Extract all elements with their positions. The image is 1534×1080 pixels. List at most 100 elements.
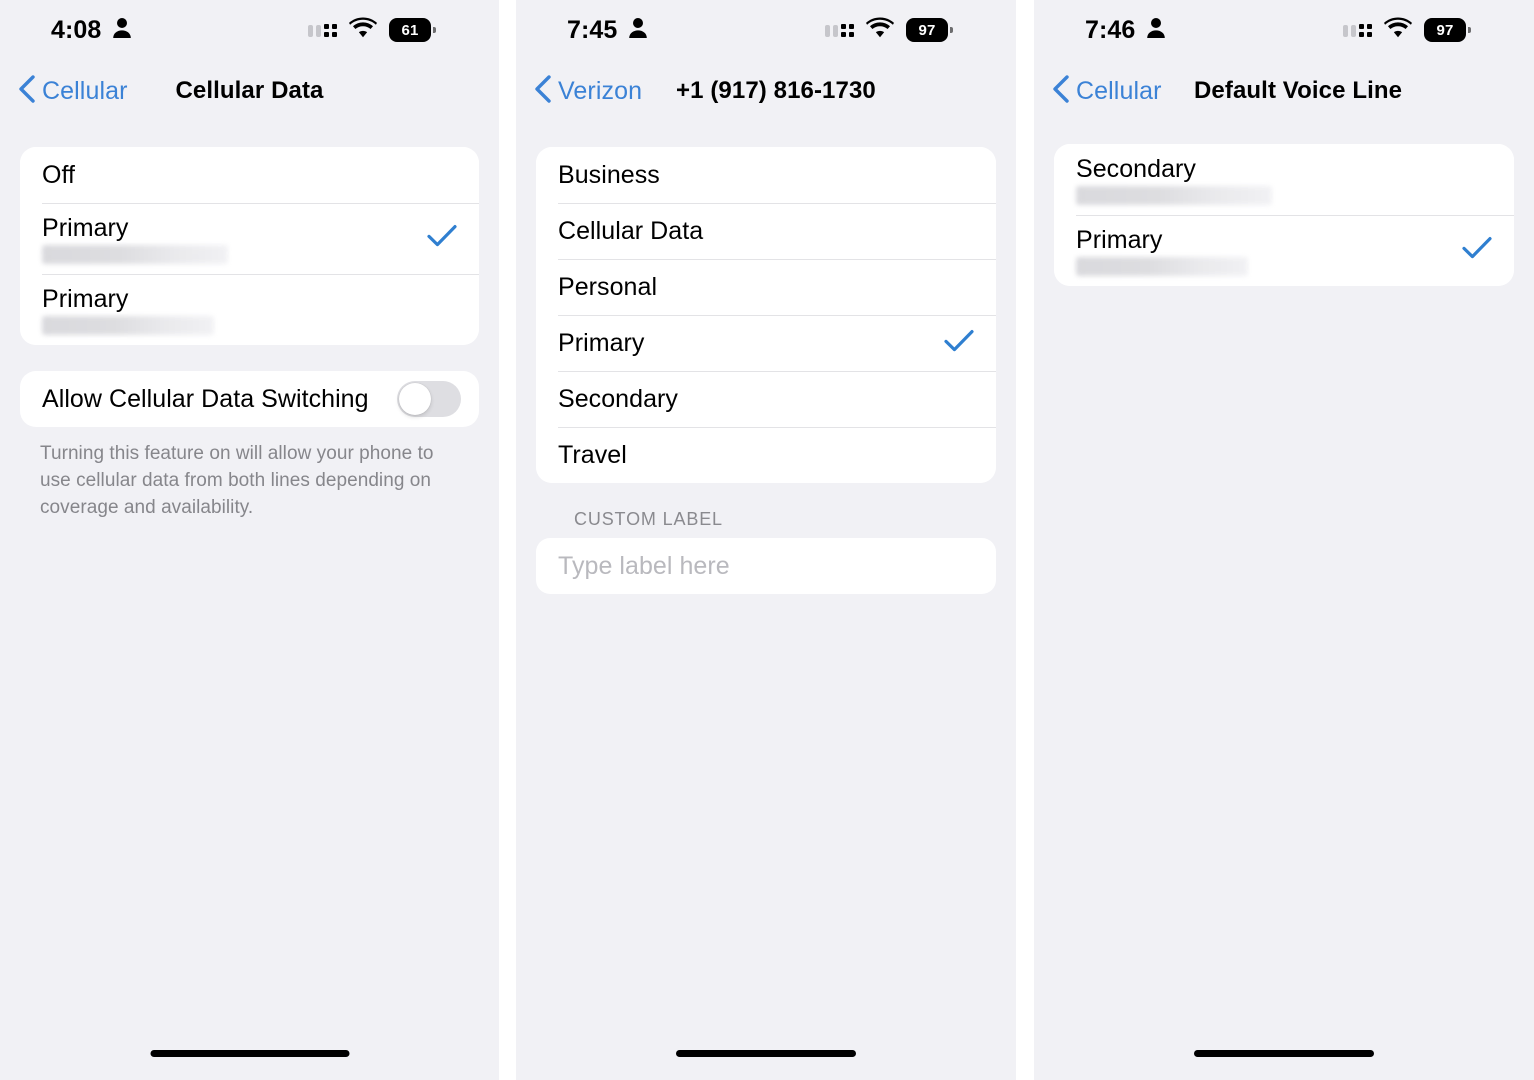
list-item[interactable]: Primary bbox=[20, 203, 479, 274]
list-item-label: Business bbox=[558, 161, 660, 189]
row-content: Primary bbox=[558, 320, 930, 366]
cellular-signal-icon bbox=[1343, 23, 1372, 37]
home-indicator bbox=[150, 1050, 349, 1057]
row-content: Cellular Data bbox=[558, 208, 974, 254]
row-content: Secondary bbox=[1076, 146, 1492, 214]
row-content: Primary bbox=[42, 205, 413, 273]
row-content: Primary bbox=[42, 276, 457, 344]
screenshot-collage: 4:08 61 Cellular Cellular Data Off Prima… bbox=[0, 0, 1534, 1080]
toggle-label: Allow Cellular Data Switching bbox=[42, 384, 369, 413]
cellular-signal-icon bbox=[825, 23, 854, 37]
row-content: Business bbox=[558, 152, 974, 198]
row-content: Travel bbox=[558, 432, 974, 478]
list-item-label: Primary bbox=[42, 284, 129, 313]
list-item[interactable]: Secondary bbox=[536, 371, 996, 427]
voice-line-list: Secondary Primary bbox=[1054, 144, 1514, 286]
list-item-label: Cellular Data bbox=[558, 217, 704, 245]
status-bar-right: 97 bbox=[825, 17, 982, 43]
wifi-icon bbox=[1384, 17, 1412, 43]
person-icon bbox=[628, 17, 648, 44]
checkmark-icon bbox=[1462, 236, 1492, 265]
status-bar-right: 97 bbox=[1343, 17, 1500, 43]
back-button-label: Cellular bbox=[1076, 76, 1162, 105]
row-content: Personal bbox=[558, 264, 974, 310]
back-button[interactable]: Cellular bbox=[18, 74, 128, 108]
status-bar-left: 7:45 bbox=[516, 16, 648, 45]
wifi-icon bbox=[349, 17, 377, 43]
custom-label-placeholder: Type label here bbox=[558, 551, 730, 580]
home-indicator bbox=[676, 1050, 856, 1057]
list-item-label: Personal bbox=[558, 273, 658, 301]
list-item[interactable]: Primary bbox=[20, 274, 479, 345]
allow-cellular-data-switching-row[interactable]: Allow Cellular Data Switching bbox=[20, 371, 479, 427]
navigation-bar: Cellular Default Voice Line bbox=[1034, 60, 1534, 122]
list-item[interactable]: Business bbox=[536, 147, 996, 203]
label-options-list: Business Cellular Data Personal Primary bbox=[536, 147, 996, 483]
custom-label-section-header: CUSTOM LABEL bbox=[574, 509, 723, 529]
battery-indicator: 97 bbox=[1424, 18, 1471, 42]
checkmark-icon bbox=[427, 224, 457, 253]
cellular-data-line-list: Off Primary Primary bbox=[20, 147, 479, 345]
list-item[interactable]: Travel bbox=[536, 427, 996, 483]
status-time: 7:45 bbox=[567, 15, 618, 44]
list-item-label: Primary bbox=[1076, 225, 1163, 254]
chevron-left-icon bbox=[534, 74, 551, 108]
page-title: +1 (917) 816-1730 bbox=[676, 77, 876, 104]
navigation-bar: Verizon +1 (917) 816-1730 bbox=[516, 60, 1016, 122]
redacted-subtitle bbox=[42, 315, 214, 335]
allow-cellular-data-switching-toggle[interactable] bbox=[397, 381, 461, 417]
status-bar-left: 4:08 bbox=[0, 16, 132, 45]
person-icon bbox=[1146, 17, 1166, 44]
list-item[interactable]: Off bbox=[20, 147, 479, 203]
status-bar-right: 61 bbox=[308, 17, 465, 43]
status-bar: 7:46 97 bbox=[1034, 0, 1534, 60]
list-item[interactable]: Cellular Data bbox=[536, 203, 996, 259]
page-title: Default Voice Line bbox=[1194, 77, 1403, 104]
row-content: Primary bbox=[1076, 217, 1448, 285]
list-item[interactable]: Primary bbox=[536, 315, 996, 371]
status-time: 4:08 bbox=[51, 15, 102, 44]
phone-screen-default-voice-line: 7:46 97 Cellular Default Voice Line Seco… bbox=[1034, 0, 1534, 1080]
battery-indicator: 61 bbox=[389, 18, 436, 42]
navigation-bar: Cellular Cellular Data bbox=[0, 60, 499, 122]
battery-indicator: 97 bbox=[906, 18, 953, 42]
status-bar: 4:08 61 bbox=[0, 0, 499, 60]
back-button[interactable]: Cellular bbox=[1052, 74, 1162, 108]
home-indicator bbox=[1194, 1050, 1374, 1057]
list-item[interactable]: Primary bbox=[1054, 215, 1514, 286]
list-item-label: Secondary bbox=[1076, 154, 1196, 183]
back-button-label: Cellular bbox=[42, 76, 128, 105]
chevron-left-icon bbox=[1052, 74, 1069, 108]
chevron-left-icon bbox=[18, 74, 35, 108]
custom-label-input[interactable]: Type label here bbox=[536, 538, 996, 594]
phone-screen-line-label: 7:45 97 Verizon +1 (917) 816-1730 Busine… bbox=[516, 0, 1016, 1080]
list-item[interactable]: Secondary bbox=[1054, 144, 1514, 215]
person-icon bbox=[112, 17, 132, 44]
cellular-signal-icon bbox=[308, 23, 337, 37]
battery-level: 61 bbox=[401, 21, 419, 39]
list-item-label: Secondary bbox=[558, 385, 678, 413]
status-bar-left: 7:46 bbox=[1034, 16, 1166, 45]
toggle-knob bbox=[399, 383, 431, 415]
list-item[interactable]: Personal bbox=[536, 259, 996, 315]
redacted-subtitle bbox=[1076, 185, 1272, 205]
list-item-label: Primary bbox=[558, 329, 645, 357]
battery-level: 97 bbox=[1436, 21, 1454, 39]
checkmark-icon bbox=[944, 329, 974, 358]
redacted-subtitle bbox=[42, 244, 228, 264]
battery-level: 97 bbox=[918, 21, 936, 39]
status-time: 7:46 bbox=[1085, 15, 1136, 44]
row-content: Secondary bbox=[558, 376, 974, 422]
wifi-icon bbox=[866, 17, 894, 43]
list-item-label: Off bbox=[42, 161, 76, 189]
footnote-text: Turning this feature on will allow your … bbox=[40, 443, 434, 518]
row-content: Off bbox=[42, 152, 457, 198]
back-button[interactable]: Verizon bbox=[534, 74, 643, 108]
redacted-subtitle bbox=[1076, 256, 1248, 276]
list-item-label: Primary bbox=[42, 213, 129, 242]
status-bar: 7:45 97 bbox=[516, 0, 1016, 60]
list-item-label: Travel bbox=[558, 441, 627, 469]
back-button-label: Verizon bbox=[558, 76, 643, 105]
cellular-data-switching-group: Allow Cellular Data Switching bbox=[20, 371, 479, 427]
phone-screen-cellular-data: 4:08 61 Cellular Cellular Data Off Prima… bbox=[0, 0, 499, 1080]
